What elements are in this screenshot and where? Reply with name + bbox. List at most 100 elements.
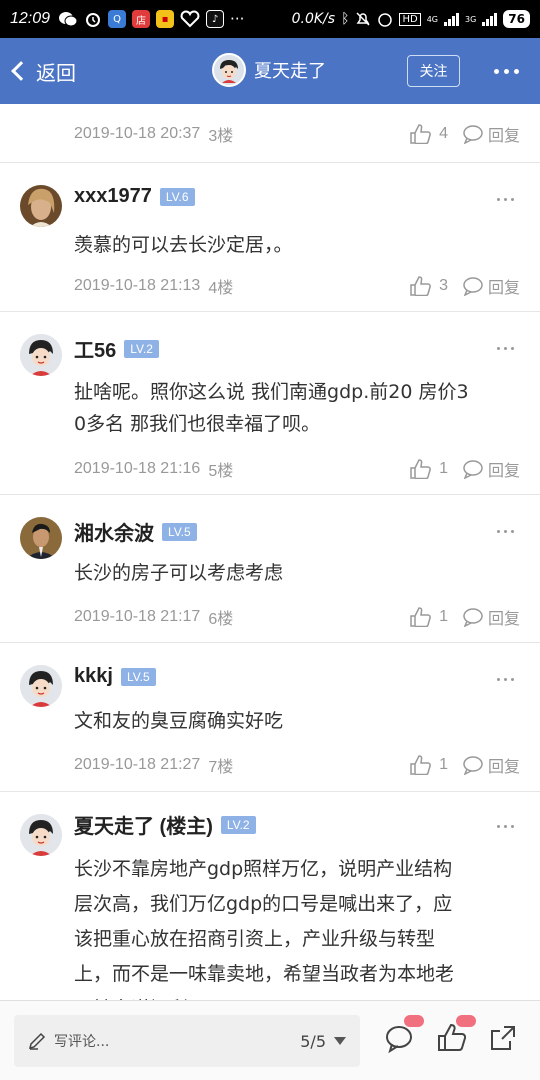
- user-avatar[interactable]: [20, 334, 62, 376]
- header-user[interactable]: 夏天走了: [212, 53, 326, 87]
- user-avatar[interactable]: [20, 517, 62, 559]
- back-button[interactable]: 返回: [10, 57, 76, 86]
- thumbs-up-icon: [410, 459, 431, 479]
- health-icon: [180, 10, 200, 28]
- username[interactable]: 湘水余波: [74, 517, 154, 546]
- page-selector[interactable]: 5/5: [300, 1032, 346, 1051]
- user-avatar[interactable]: [20, 665, 62, 707]
- reply-label: 回复: [487, 280, 520, 297]
- like-button[interactable]: 1: [409, 755, 448, 775]
- signal-4g-label: 4G: [426, 14, 438, 24]
- likes-badge: [456, 1015, 476, 1027]
- post-time: 2019-10-18 20:37: [74, 125, 201, 142]
- user-avatar[interactable]: [20, 814, 62, 856]
- post-more-icon[interactable]: [497, 678, 514, 681]
- more-menu-icon[interactable]: [494, 69, 519, 74]
- share-button[interactable]: [488, 1023, 518, 1057]
- app-store-icon: 店: [132, 10, 151, 28]
- like-button[interactable]: 4: [409, 124, 448, 144]
- comments-button[interactable]: [384, 1015, 424, 1057]
- thumbs-up-icon: [438, 1023, 467, 1051]
- thumbs-up-icon: [410, 124, 431, 144]
- bottom-toolbar: 写评论... 5/5: [0, 1000, 540, 1080]
- post-more-icon[interactable]: [497, 347, 514, 350]
- post-more-icon[interactable]: [497, 198, 514, 201]
- thumbs-up-icon: [410, 755, 431, 775]
- header-avatar[interactable]: [212, 53, 246, 87]
- tiktok-icon: ♪: [206, 10, 225, 28]
- clock: 12:09: [10, 10, 51, 27]
- like-button[interactable]: 3: [409, 276, 448, 296]
- like-button[interactable]: 1: [409, 459, 448, 479]
- post-meta: 2019-10-18 21:16 5楼 1 回复: [74, 457, 520, 481]
- wechat-icon: [59, 12, 78, 27]
- page-title: 夏天走了: [254, 61, 326, 82]
- post-content: 羡慕的可以去长沙定居，。: [74, 229, 522, 261]
- username-row: xxx1977 LV.6: [74, 185, 195, 208]
- post-meta: 2019-10-18 21:17 6楼 1 回复: [74, 605, 520, 629]
- user-avatar[interactable]: [20, 185, 62, 227]
- reply-button[interactable]: 回复: [462, 457, 520, 481]
- username[interactable]: 工56: [74, 334, 116, 363]
- reply-label: 回复: [487, 128, 520, 145]
- level-badge: LV.6: [159, 187, 195, 206]
- screen: 12:09 Q 店 ▪ ♪ ··· 0.0K/s ᛒ HD 4G 3G 76 返…: [0, 0, 540, 1080]
- comment-icon: [463, 460, 483, 479]
- like-count: 4: [439, 125, 448, 142]
- reply-button[interactable]: 回复: [462, 753, 520, 777]
- comment-bubble-icon: [386, 1026, 412, 1054]
- reply-button[interactable]: 回复: [462, 274, 520, 298]
- reply-label: 回复: [487, 611, 520, 628]
- comment-icon: [463, 608, 483, 627]
- content-line: 文和友的臭豆腐确实好吃: [74, 710, 284, 732]
- content-line: 层次高，我们万亿gdp的口号是喊出来了，应: [74, 893, 453, 915]
- like-post-button[interactable]: [436, 1015, 476, 1057]
- like-button[interactable]: 1: [409, 607, 448, 627]
- post-floor: 4楼: [208, 280, 234, 297]
- comment-icon: [463, 756, 483, 775]
- comment-feed[interactable]: 2019-10-18 20:37 3楼 4 回复 xxx1977 LV.6 羡慕…: [0, 104, 540, 1000]
- post-time: 2019-10-18 21:27: [74, 756, 201, 773]
- reply-label: 回复: [487, 463, 520, 480]
- post-item: 湘水余波 LV.5 长沙的房子可以考虑考虑 2019-10-18 21:17 6…: [0, 495, 540, 642]
- pencil-icon: [28, 1032, 46, 1050]
- post-meta: 2019-10-18 21:13 4楼 3 回复: [74, 274, 520, 298]
- post-content: 长沙的房子可以考虑考虑: [74, 557, 522, 589]
- username[interactable]: kkkj: [74, 665, 113, 688]
- system-indicators: 0.0K/s ᛒ HD 4G 3G 76: [292, 10, 530, 28]
- comment-input[interactable]: 写评论... 5/5: [14, 1015, 360, 1067]
- post-floor: 5楼: [208, 463, 234, 480]
- reply-button[interactable]: 回复: [462, 122, 520, 146]
- content-line: 上，而不是一味靠卖地，希望当政者为本地老: [74, 963, 455, 985]
- alarm-clock-icon: [378, 13, 393, 27]
- post-more-icon[interactable]: [497, 825, 514, 828]
- post-more-icon[interactable]: [497, 530, 514, 533]
- content-line: 0多名 那我们也很幸福了呗。: [74, 413, 321, 435]
- post-content: 长沙不靠房地产gdp照样万亿，说明产业结构 层次高，我们万亿gdp的口号是喊出来…: [74, 852, 522, 1000]
- status-bar: 12:09 Q 店 ▪ ♪ ··· 0.0K/s ᛒ HD 4G 3G 76: [0, 0, 540, 38]
- page-indicator: 5/5: [300, 1031, 326, 1051]
- caret-down-icon: [334, 1037, 346, 1045]
- reply-button[interactable]: 回复: [462, 605, 520, 629]
- content-line: 该把重心放在招商引资上，产业升级与转型: [74, 928, 436, 950]
- username[interactable]: 夏天走了 (楼主): [74, 810, 213, 839]
- username[interactable]: xxx1977: [74, 185, 152, 208]
- post-meta-floor-3: 2019-10-18 20:37 3楼 4 回复: [74, 122, 520, 146]
- follow-button[interactable]: 关注: [407, 55, 460, 87]
- post-content: 文和友的臭豆腐确实好吃: [74, 705, 522, 737]
- alarm-icon: [86, 13, 101, 27]
- signal-4g-icon: [444, 12, 459, 26]
- hd-badge: HD: [399, 12, 421, 26]
- level-badge: LV.2: [220, 815, 256, 834]
- post-time: 2019-10-18 21:17: [74, 608, 201, 625]
- app-yellow-icon: ▪: [156, 10, 175, 28]
- post-item: kkkj LV.5 文和友的臭豆腐确实好吃 2019-10-18 21:27 7…: [0, 643, 540, 791]
- thumbs-up-icon: [410, 276, 431, 296]
- content-line: 扯啥呢。照你这么说 我们南通gdp.前20 房价3: [74, 381, 469, 403]
- username-row: 工56 LV.2: [74, 334, 159, 363]
- post-item: xxx1977 LV.6 羡慕的可以去长沙定居，。 2019-10-18 21:…: [0, 163, 540, 311]
- notification-icons: Q 店 ▪ ♪ ···: [58, 10, 244, 28]
- username-row: kkkj LV.5: [74, 665, 156, 688]
- chevron-left-icon: [11, 61, 31, 81]
- back-label: 返回: [36, 60, 76, 85]
